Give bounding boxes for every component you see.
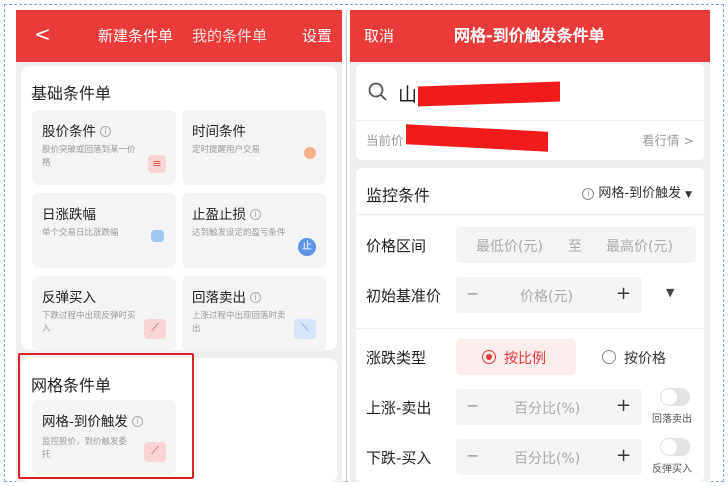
price-range-label: 价格区间 — [366, 237, 427, 255]
cond-time-desc: 定时提醒用户交易 — [192, 145, 261, 155]
current-price-label: 当前价 — [366, 133, 404, 148]
fall-buy-row: 下跌-买入 − 百分比(%) + 反弹买入 — [356, 432, 704, 482]
price-range-box: 最低价(元) 至 最高价(元) — [456, 227, 696, 263]
left-phone-screen: < 新建条件单 我的条件单 设置 基础条件单 股价条件 i 股价突破或回落到某一价… — [16, 10, 342, 482]
rise-percent-input[interactable]: 百分比(%) — [514, 398, 580, 418]
divider — [356, 120, 704, 121]
cond-rebound-buy[interactable]: 反弹买入 下跌过程中出现反弹时买入 ⟋ — [32, 276, 176, 351]
cond-price-title: 股价条件 — [42, 124, 96, 140]
fall-buy-stepper: − 百分比(%) + — [456, 439, 642, 475]
plus-button[interactable]: + — [616, 395, 631, 416]
mode-selector[interactable]: i 网格-到价触发 ▼ — [582, 182, 692, 201]
radio-by-ratio-label: 按比例 — [504, 351, 546, 367]
radio-by-price[interactable]: 按价格 — [584, 339, 696, 375]
mode-label: 网格-到价触发 — [598, 186, 682, 201]
cond-daily-change-desc: 单个交易日比涨跌幅 — [42, 228, 119, 238]
radio-by-price-label: 按价格 — [624, 351, 666, 367]
cond-stop-profit-loss[interactable]: 止盈止损 i 达到触发设定的盈亏条件 止 — [182, 193, 326, 268]
search-icon — [368, 82, 387, 101]
cond-rebound-desc: 下跌过程中出现反弹时买入 — [42, 311, 136, 334]
rebound-buy-toggle-label: 反弹买入 — [652, 464, 692, 475]
cond-fallback-title: 回落卖出 — [192, 290, 246, 306]
max-price-input[interactable]: 最高价(元) — [606, 236, 673, 256]
stock-card: 山 当前价 看行情 > — [356, 64, 704, 160]
base-price-input[interactable]: 价格(元) — [520, 286, 573, 306]
stop-icon: 止 — [298, 238, 316, 256]
cond-stop-title: 止盈止损 — [192, 207, 246, 223]
fall-percent-input[interactable]: 百分比(%) — [514, 448, 580, 468]
basic-conditions-title: 基础条件单 — [31, 84, 112, 103]
minus-button[interactable]: − — [466, 446, 479, 465]
rebound-icon: ⟋ — [144, 319, 166, 339]
price-range-row: 价格区间 最低价(元) 至 最高价(元) — [356, 220, 704, 270]
rise-sell-label: 上涨-卖出 — [366, 399, 432, 417]
cond-fallback-desc: 上涨过程中出现回落时卖出 — [192, 311, 286, 334]
base-price-label: 初始基准价 — [366, 287, 442, 305]
minus-button[interactable]: − — [466, 284, 479, 303]
tab-my-conditions[interactable]: 我的条件单 — [192, 26, 267, 46]
rebound-buy-toggle[interactable] — [660, 438, 690, 456]
fall-buy-label: 下跌-买入 — [366, 449, 432, 467]
base-price-row: 初始基准价 − 价格(元) + ▼ — [356, 270, 704, 320]
back-icon[interactable]: < — [34, 24, 51, 44]
radio-selected-icon — [482, 350, 496, 364]
radio-unselected-icon — [602, 350, 616, 364]
info-icon[interactable]: i — [250, 209, 261, 220]
redaction-mark — [418, 81, 560, 107]
info-icon[interactable]: i — [250, 292, 261, 303]
right-header: 取消 网格-到价触发条件单 — [350, 10, 710, 62]
cond-stop-desc: 达到触发设定的盈亏条件 — [192, 228, 286, 238]
cond-time[interactable]: 时间条件 定时提醒用户交易 — [182, 110, 326, 185]
fallback-sell-toggle-label: 回落卖出 — [652, 414, 692, 425]
cancel-button[interactable]: 取消 — [364, 26, 394, 46]
monitor-title: 监控条件 — [366, 186, 431, 205]
divider — [356, 328, 704, 329]
percent-icon — [151, 230, 164, 242]
fallback-sell-toggle[interactable] — [660, 388, 690, 406]
price-chart-icon: ≡ — [148, 155, 166, 173]
page-title: 网格-到价触发条件单 — [454, 26, 605, 45]
divider — [346, 10, 347, 482]
base-price-stepper: − 价格(元) + — [456, 277, 642, 313]
min-price-input[interactable]: 最低价(元) — [476, 236, 543, 256]
cond-price-desc: 股价突破或回落到某一价格 — [42, 145, 136, 168]
cond-daily-change[interactable]: 日涨跌幅 单个交易日比涨跌幅 — [32, 193, 176, 268]
cond-daily-change-title: 日涨跌幅 — [42, 207, 96, 223]
fallback-icon: ⟍ — [294, 319, 316, 339]
minus-button[interactable]: − — [466, 396, 479, 415]
basic-conditions-card: 基础条件单 股价条件 i 股价突破或回落到某一价格 ≡ 时间条件 定时提醒用户交易… — [21, 66, 337, 351]
clock-icon — [304, 147, 316, 159]
tab-new-condition[interactable]: 新建条件单 — [98, 26, 173, 46]
divider — [356, 214, 704, 215]
base-price-dropdown-icon[interactable]: ▼ — [666, 286, 674, 299]
change-type-label: 涨跌类型 — [366, 349, 427, 367]
view-quote-link[interactable]: 看行情 > — [642, 130, 694, 149]
right-phone-screen: 取消 网格-到价触发条件单 山 当前价 看行情 > 监控条件 i 网格-到价触发 ▼… — [350, 10, 710, 482]
range-separator: 至 — [568, 239, 582, 255]
left-header: < 新建条件单 我的条件单 设置 — [16, 10, 342, 62]
monitor-card: 监控条件 i 网格-到价触发 ▼ 价格区间 最低价(元) 至 最高价(元) 初始基准… — [356, 168, 704, 482]
grid-highlight-box — [18, 353, 194, 479]
plus-button[interactable]: + — [616, 283, 631, 304]
change-type-row: 涨跌类型 按比例 按价格 — [356, 332, 704, 382]
stock-search-input[interactable]: 山 — [398, 80, 417, 107]
info-icon[interactable]: i — [100, 126, 111, 137]
redaction-mark — [406, 124, 548, 152]
cond-price[interactable]: 股价条件 i 股价突破或回落到某一价格 ≡ — [32, 110, 176, 185]
radio-by-ratio[interactable]: 按比例 — [456, 339, 576, 375]
cond-fallback-sell[interactable]: 回落卖出 i 上涨过程中出现回落时卖出 ⟍ — [182, 276, 326, 351]
plus-button[interactable]: + — [616, 445, 631, 466]
info-icon[interactable]: i — [582, 188, 595, 200]
rise-sell-row: 上涨-卖出 − 百分比(%) + 回落卖出 — [356, 382, 704, 432]
rise-sell-stepper: − 百分比(%) + — [456, 389, 642, 425]
settings-button[interactable]: 设置 — [302, 26, 332, 46]
cond-rebound-title: 反弹买入 — [42, 290, 96, 306]
chevron-down-icon: ▼ — [685, 190, 692, 200]
cond-time-title: 时间条件 — [192, 124, 246, 140]
